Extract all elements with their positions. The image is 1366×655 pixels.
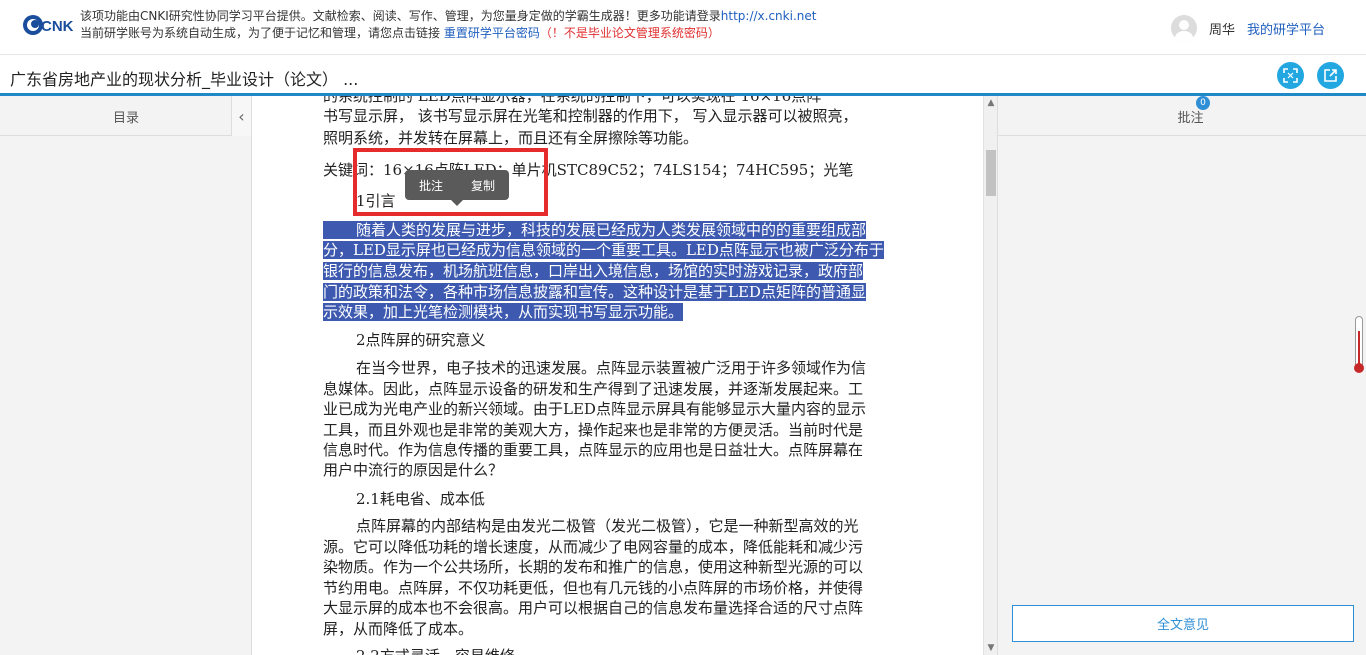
scroll-up-icon[interactable]: ▲: [984, 96, 998, 110]
text-line: 用户中流行的原因是什么？: [323, 461, 504, 479]
notice-line-2: 当前研学账号为系统自动生成，为了便于记忆和管理，请您点击链接 重置研学平台密码（…: [80, 26, 720, 40]
toc-header: 目录 ‹: [0, 96, 251, 136]
text-line: 节约用电。点阵屏，不仅功耗更低，但也有几元钱的小点阵屏的市场价格，并使得: [323, 579, 864, 597]
selection-popup-menu: 批注 复制: [405, 170, 509, 206]
text-line: 照明系统，并发转在屏幕上，而且还有全屏擦除等功能。: [323, 129, 699, 147]
section-heading: 2.1耗电省、成本低: [356, 490, 485, 508]
full-text-opinion-button[interactable]: 全文意见: [1012, 605, 1354, 642]
scroll-down-icon[interactable]: ▼: [984, 641, 998, 655]
notice-text: 该项功能由CNKI研究性协同学习平台提供。文献检索、阅读、写作、管理，为您量身定…: [80, 8, 816, 42]
selected-text-line: 示效果，加上光笔检测模块，从而实现书写显示功能。: [323, 303, 684, 321]
text-line: 息媒体。因此，点阵显示设备的研发和生产得到了迅速发展，并逐渐发展起来。工: [323, 380, 864, 398]
text-line: 大显示屏的成本也不会很高。用户可以根据自己的信息发布量选择合适的尺寸点阵: [323, 599, 864, 617]
copy-button[interactable]: 复制: [457, 177, 509, 194]
toc-panel: 目录 ‹: [0, 96, 252, 655]
annotation-title: 批注: [1177, 111, 1204, 126]
my-platform-link[interactable]: 我的研学平台: [1247, 19, 1325, 38]
selected-text-line: 随着人类的发展与进步，科技的发展已经成为人类发展领域中的的重要组成部: [323, 220, 867, 241]
annotation-header: 批注 0: [998, 96, 1366, 136]
annotate-button[interactable]: 批注: [405, 177, 457, 194]
user-area: 周华 我的研学平台: [1171, 15, 1325, 41]
toc-title: 目录: [112, 111, 139, 126]
text-line: 信息时代。作为信息传播的重要工具，点阵显示的应用也是日益壮大。点阵屏幕在: [323, 441, 864, 459]
password-warning: （！不是毕业论文管理系统密码）: [539, 26, 720, 40]
chevron-left-icon: ‹: [238, 106, 245, 126]
annotation-panel: 批注 0 全文意见: [997, 96, 1366, 655]
export-button[interactable]: [1317, 62, 1344, 89]
notice-line-1: 该项功能由CNKI研究性协同学习平台提供。文献检索、阅读、写作、管理，为您量身定…: [80, 9, 817, 23]
toc-collapse-button[interactable]: ‹: [231, 96, 251, 136]
text-line: 染物质。作为一个公共场所，长期的发布和推广的信息，使用这种新型光源的可以: [323, 558, 864, 576]
cnki-x-link[interactable]: http://x.cnki.net: [721, 9, 817, 23]
reset-password-link[interactable]: 重置研学平台密码: [444, 26, 540, 40]
text-line: 源。它可以降低功耗的增长速度，从而减少了电网容量的成本，降低能耗和减少污: [323, 538, 864, 556]
scrollbar-thumb[interactable]: [986, 150, 996, 196]
user-name[interactable]: 周华: [1209, 19, 1235, 38]
selected-text-line: 分，LED显示屏也已经成为信息领域的一个重要工具。LED点阵显示也被广泛分布于: [323, 241, 884, 259]
text-line: 屏，从而降低了成本。: [323, 620, 474, 638]
cnki-logo: CNKi: [23, 15, 74, 35]
fullscreen-button[interactable]: [1277, 62, 1304, 89]
expand-icon: [1283, 68, 1298, 83]
section-heading: 2.2方式灵活、容易维修: [356, 646, 515, 655]
text-line: 工具，而且外观也是非常的美观大方，操作起来也是非常的方便灵活。当前时代是: [323, 421, 864, 439]
document-scrollbar[interactable]: ▲ ▼: [983, 96, 997, 655]
text-line: 书写显示屏， 该书写显示屏在光笔和控制器的作用下， 写入显示器可以被照亮，: [323, 107, 858, 125]
share-icon: [1324, 69, 1337, 82]
progress-thermometer-icon[interactable]: [1354, 316, 1364, 373]
selected-text-line: 门的政策和法令，各种市场信息披露和宣传。这种设计是基于LED点矩阵的普通显: [323, 283, 866, 301]
selected-text-line: 银行的信息发布，机场航班信息，口岸出入境信息，场馆的实时游戏记录，政府部: [323, 262, 864, 280]
document-title: 广东省房地产业的现状分析_毕业设计（论文） ...: [10, 70, 359, 89]
text-line: 点阵屏幕的内部结构是由发光二极管（发光二极管），它是一种新型高效的光: [356, 517, 859, 535]
svg-text:CNKi: CNKi: [41, 18, 74, 35]
text-line: 业已成为光电产业的新兴领域。由于LED点阵显示屏具有能够显示大量内容的显示: [323, 400, 866, 418]
annotation-count-badge: 0: [1196, 96, 1210, 110]
document-title-bar: 广东省房地产业的现状分析_毕业设计（论文） ...: [0, 56, 1366, 96]
top-notice-bar: CNKi 该项功能由CNKI研究性协同学习平台提供。文献检索、阅读、写作、管理，…: [0, 0, 1366, 55]
section-heading: 2点阵屏的研究意义: [356, 331, 486, 349]
text-line: 在当今世界，电子技术的迅速发展。点阵显示装置被广泛用于许多领域作为信: [356, 359, 867, 377]
avatar[interactable]: [1171, 15, 1197, 41]
